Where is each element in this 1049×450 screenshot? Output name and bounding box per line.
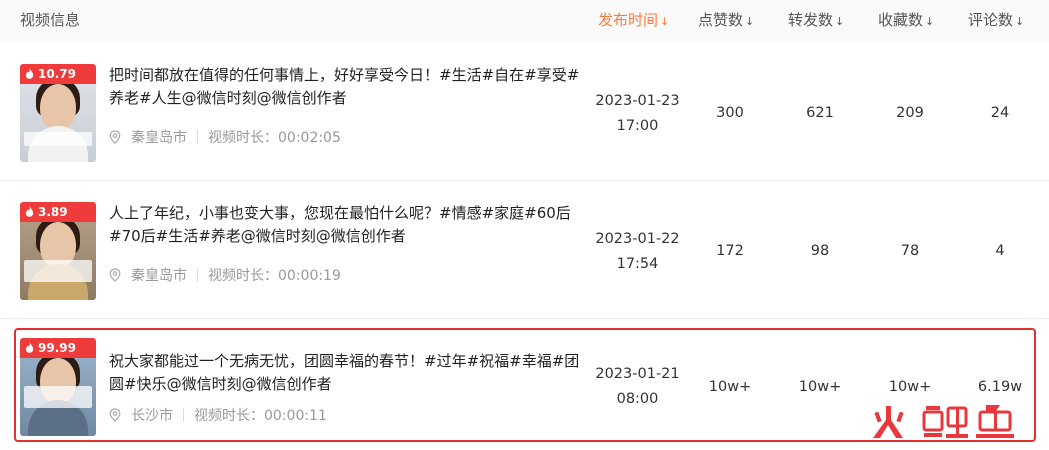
publish-time: 08:00 [616, 391, 659, 407]
header-comments-sort[interactable]: 评论数 ↓ [968, 0, 1024, 42]
header-comments-label: 评论数 [968, 11, 1014, 29]
thumbnail-person-face [40, 84, 76, 130]
comments-count: 4 [995, 243, 1005, 259]
table-row[interactable]: 10.79 把时间都放在值得的任何事情上，好好享受今日！#生活#自在#享受#养老… [0, 44, 1049, 181]
header-favorites-sort[interactable]: 收藏数 ↓ [878, 0, 934, 42]
meta-divider [197, 268, 198, 282]
video-location: 长沙市 [131, 408, 173, 424]
video-meta: 秦皇岛市 视频时长：00:00:19 [109, 265, 341, 285]
watermark-logo [873, 405, 1014, 438]
flame-icon [25, 206, 34, 217]
publish-date: 2023-01-21 [595, 366, 680, 382]
thumbnail-caption [24, 260, 92, 282]
flame-icon [25, 68, 34, 79]
video-thumbnail[interactable]: 3.89 [20, 202, 96, 300]
header-video-info-label: 视频信息 [20, 11, 81, 29]
publish-datetime: 2023-01-21 08:00 [590, 362, 685, 412]
table-row[interactable]: 3.89 人上了年纪，小事也变大事，您现在最怕什么呢？#情感#家庭#60后#70… [0, 182, 1049, 319]
location-pin-icon [109, 130, 121, 144]
header-likes-label: 点赞数 [698, 11, 744, 29]
shares-count: 10w+ [798, 379, 842, 395]
thumbnail-caption [24, 132, 92, 146]
header-shares-label: 转发数 [788, 11, 834, 29]
video-meta: 长沙市 视频时长：00:00:11 [109, 405, 327, 425]
heat-value: 3.89 [38, 205, 68, 219]
header-likes-sort[interactable]: 点赞数 ↓ [698, 0, 754, 42]
publish-date: 2023-01-23 [595, 93, 680, 109]
publish-datetime: 2023-01-22 17:54 [590, 227, 685, 277]
heat-badge: 3.89 [20, 202, 96, 222]
shares-count: 98 [810, 243, 830, 259]
likes-count: 300 [716, 105, 744, 121]
comments-count: 24 [990, 105, 1010, 121]
favorites-count: 10w+ [888, 379, 932, 395]
sort-down-icon: ↓ [925, 15, 935, 28]
table-header: 视频信息 发布时间 ↓ 点赞数 ↓ 转发数 ↓ 收藏数 ↓ 评论数 ↓ [0, 0, 1049, 42]
sort-down-icon: ↓ [835, 15, 845, 28]
header-video-info: 视频信息 [20, 0, 80, 42]
shares-count: 621 [806, 105, 834, 121]
video-duration: 视频时长：00:00:11 [194, 408, 327, 424]
publish-datetime: 2023-01-23 17:00 [590, 89, 685, 139]
video-location: 秦皇岛市 [131, 268, 187, 284]
header-publish-time-sort[interactable]: 发布时间 ↓ [598, 0, 669, 42]
header-favorites-label: 收藏数 [878, 11, 924, 29]
favorites-count: 78 [900, 243, 920, 259]
comments-count: 6.19w [977, 379, 1023, 395]
likes-count: 10w+ [708, 379, 752, 395]
likes-count: 172 [716, 243, 744, 259]
meta-divider [183, 408, 184, 422]
publish-date: 2023-01-22 [595, 231, 680, 247]
video-meta: 秦皇岛市 视频时长：00:02:05 [109, 127, 341, 147]
location-pin-icon [109, 268, 121, 282]
video-title[interactable]: 人上了年纪，小事也变大事，您现在最怕什么呢？#情感#家庭#60后#70后#生活#… [109, 202, 589, 248]
thumbnail-caption [24, 386, 92, 408]
sort-down-icon: ↓ [1015, 15, 1025, 28]
sort-down-icon: ↓ [660, 15, 670, 28]
header-publish-time-label: 发布时间 [598, 11, 659, 29]
video-title[interactable]: 祝大家都能过一个无病无忧，团圆幸福的春节！#过年#祝福#幸福#团圆#快乐@微信时… [109, 350, 584, 396]
video-thumbnail[interactable]: 10.79 [20, 64, 96, 162]
publish-time: 17:00 [616, 118, 659, 134]
heat-value: 99.99 [38, 341, 76, 355]
video-thumbnail[interactable]: 99.99 [20, 338, 96, 436]
video-title[interactable]: 把时间都放在值得的任何事情上，好好享受今日！#生活#自在#享受#养老#人生@微信… [109, 64, 589, 110]
video-duration: 视频时长：00:02:05 [208, 130, 341, 146]
location-pin-icon [109, 408, 121, 422]
heat-badge: 99.99 [20, 338, 96, 358]
meta-divider [197, 130, 198, 144]
header-shares-sort[interactable]: 转发数 ↓ [788, 0, 844, 42]
favorites-count: 209 [896, 105, 924, 121]
heat-value: 10.79 [38, 67, 76, 81]
heat-badge: 10.79 [20, 64, 96, 84]
publish-time: 17:54 [616, 256, 659, 272]
flame-icon [25, 342, 34, 353]
video-duration: 视频时长：00:00:19 [208, 268, 341, 284]
video-location: 秦皇岛市 [131, 130, 187, 146]
sort-down-icon: ↓ [745, 15, 755, 28]
